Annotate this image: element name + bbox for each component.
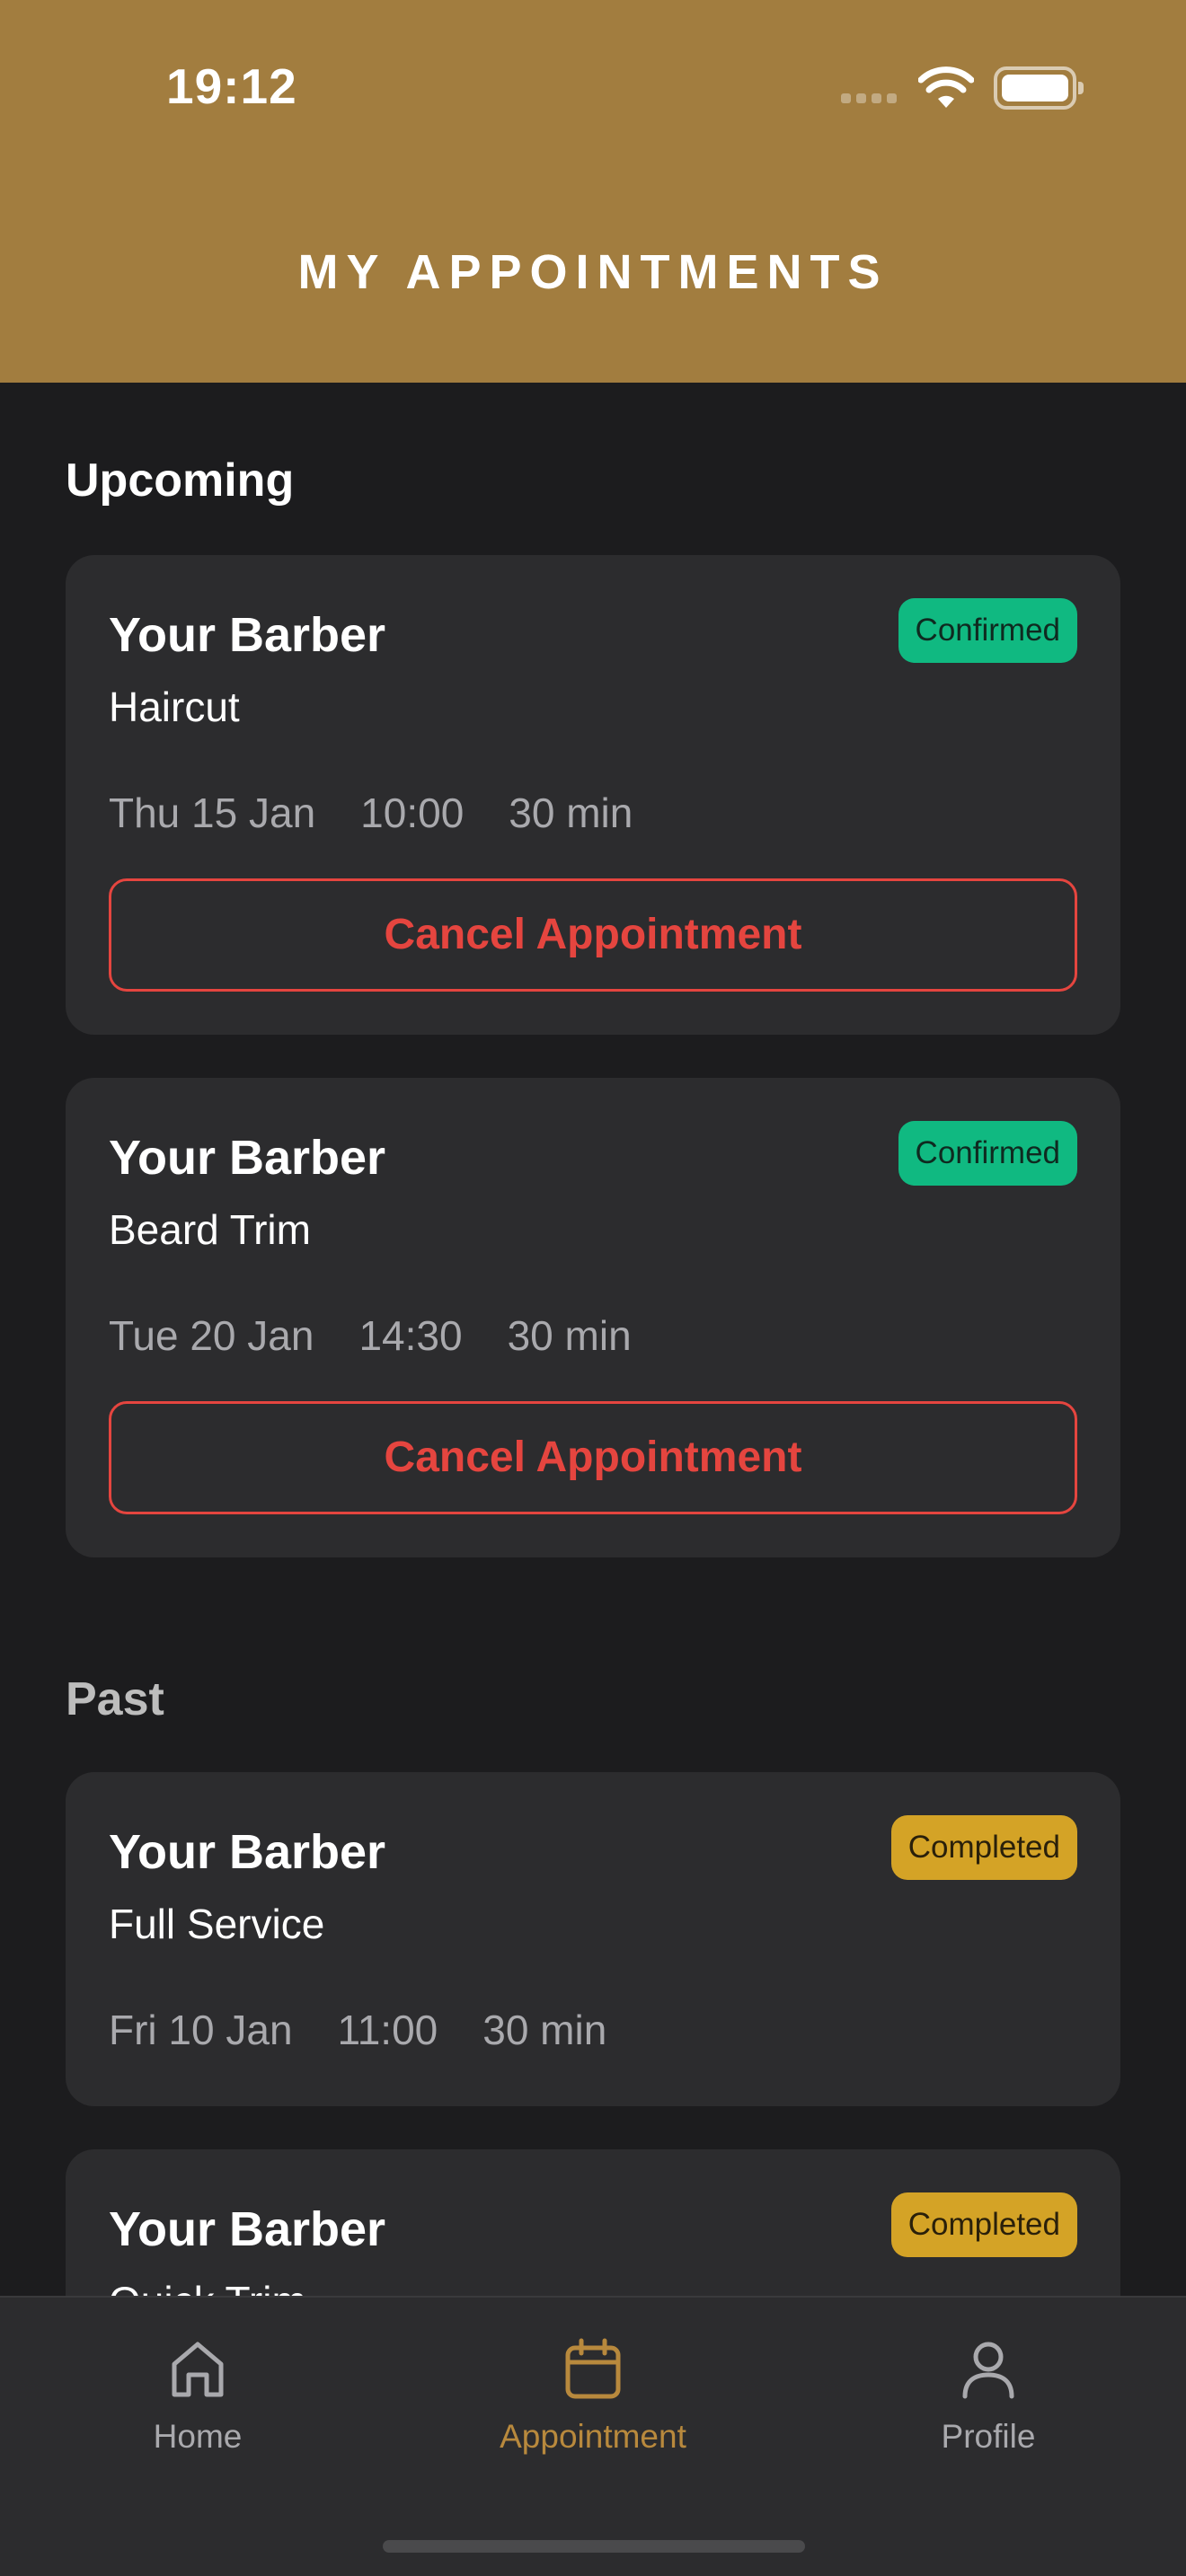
appointment-time: 11:00 — [337, 2007, 438, 2053]
section-title-upcoming: Upcoming — [66, 454, 295, 507]
tab-profile[interactable]: Profile — [854, 2333, 1123, 2456]
tab-label: Home — [153, 2418, 243, 2455]
appointment-date: Tue 20 Jan — [109, 1312, 314, 1359]
status-badge: Confirmed — [898, 1121, 1077, 1186]
appointment-card[interactable]: Your Barber Confirmed Haircut Thu 15 Jan… — [66, 555, 1120, 1035]
calendar-icon — [565, 2338, 621, 2399]
home-indicator[interactable] — [383, 2540, 805, 2553]
status-badge: Completed — [890, 1815, 1077, 1880]
person-icon — [962, 2342, 1014, 2399]
tab-label: Appointment — [500, 2418, 686, 2455]
tab-home[interactable]: Home — [63, 2333, 332, 2456]
header: 19:12 MY APPOINTMENTS — [0, 0, 1186, 383]
appointment-duration: 30 min — [509, 790, 633, 836]
appointment-date: Fri 10 Jan — [109, 2007, 293, 2053]
appointment-time: 10:00 — [360, 790, 465, 836]
service-name: Beard Trim — [109, 1206, 311, 1253]
appointment-meta: Fri 10 Jan 11:00 30 min — [109, 2006, 606, 2054]
appointment-time: 14:30 — [358, 1312, 463, 1359]
barber-name: Your Barber — [109, 1825, 386, 1879]
cancel-appointment-button[interactable]: Cancel Appointment — [109, 1401, 1077, 1514]
section-title-past: Past — [66, 1673, 164, 1725]
wifi-icon — [918, 66, 974, 108]
appointment-duration: 30 min — [482, 2007, 607, 2053]
tab-label: Profile — [941, 2418, 1036, 2455]
appointment-meta: Tue 20 Jan 14:30 30 min — [109, 1311, 632, 1360]
service-name: Full Service — [109, 1901, 325, 1947]
appointment-duration: 30 min — [507, 1312, 632, 1359]
battery-icon — [994, 66, 1084, 110]
status-time: 19:12 — [166, 58, 297, 114]
tab-bar: Home Appointment Profile — [0, 2296, 1186, 2576]
page-title: MY APPOINTMENTS — [297, 245, 889, 299]
service-name: Haircut — [109, 684, 240, 730]
cancel-appointment-button[interactable]: Cancel Appointment — [109, 878, 1077, 992]
appointment-card[interactable]: Your Barber Completed Full Service Fri 1… — [66, 1772, 1120, 2106]
barber-name: Your Barber — [109, 608, 386, 662]
barber-name: Your Barber — [109, 1131, 386, 1185]
appointment-meta: Thu 15 Jan 10:00 30 min — [109, 789, 633, 837]
barber-name: Your Barber — [109, 2202, 386, 2256]
status-badge: Confirmed — [898, 598, 1077, 663]
appointment-date: Thu 15 Jan — [109, 790, 316, 836]
status-badge: Completed — [890, 2192, 1077, 2257]
screen: 19:12 MY APPOINTMENTS Upcoming Your Barb… — [0, 0, 1186, 2576]
appointment-card[interactable]: Your Barber Confirmed Beard Trim Tue 20 … — [66, 1078, 1120, 1557]
home-icon — [172, 2342, 224, 2397]
tab-appointment[interactable]: Appointment — [458, 2333, 728, 2456]
cellular-signal-icon — [841, 93, 897, 103]
